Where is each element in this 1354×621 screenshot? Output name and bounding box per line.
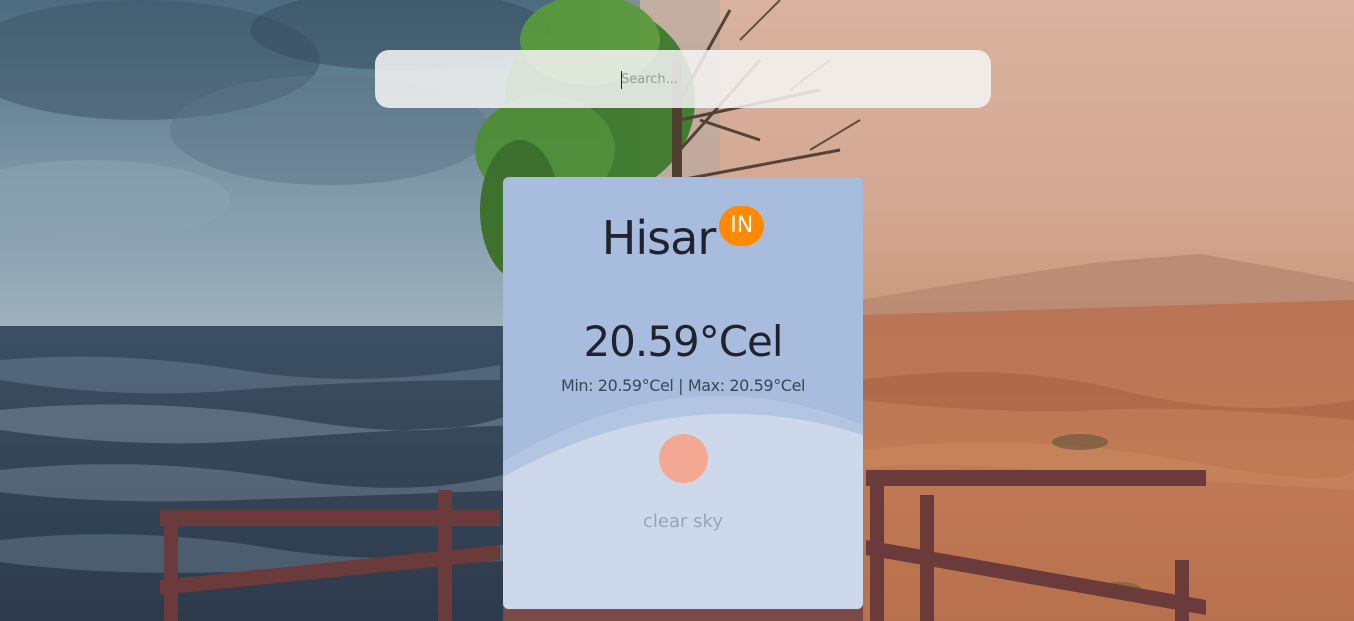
- weather-card: Hisar IN 20.59°Cel Min: 20.59°Cel | Max:…: [503, 177, 863, 609]
- country-badge: IN: [719, 206, 765, 246]
- text-caret: [621, 71, 622, 89]
- location-row: Hisar IN: [503, 206, 863, 265]
- search-bar: [375, 50, 991, 108]
- temperature: 20.59°Cel: [583, 317, 783, 366]
- search-input[interactable]: [375, 50, 991, 108]
- sun-icon: [659, 434, 708, 483]
- city-name: Hisar: [601, 211, 716, 265]
- weather-description: clear sky: [643, 511, 723, 532]
- min-max-temperature: Min: 20.59°Cel | Max: 20.59°Cel: [560, 376, 806, 395]
